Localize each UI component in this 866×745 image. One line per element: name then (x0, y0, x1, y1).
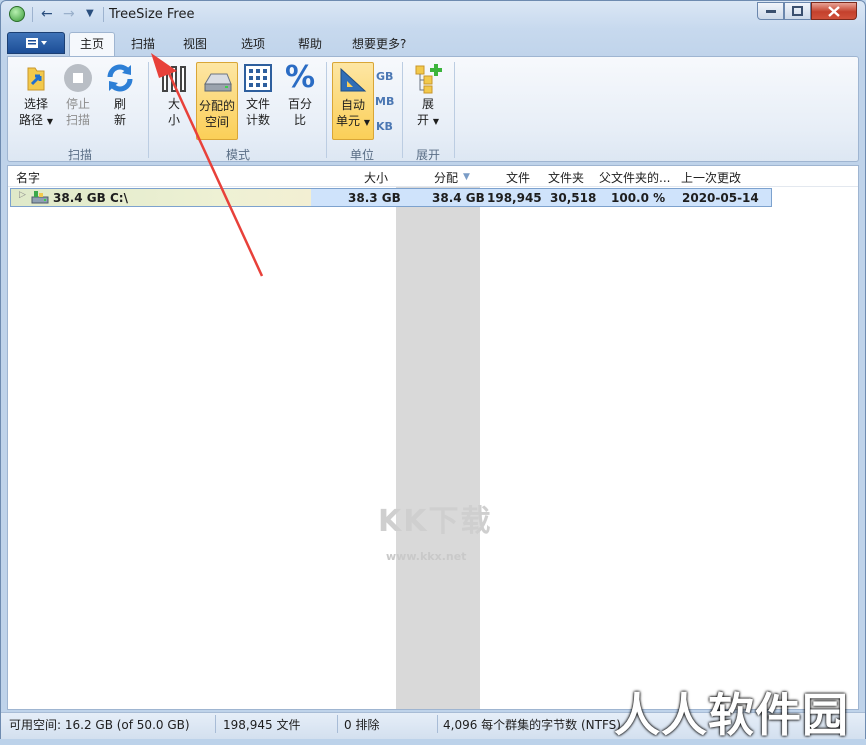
corner-watermark: 人人软件园 (614, 688, 849, 742)
status-separator (337, 715, 338, 733)
annotation-arrow-icon (151, 53, 264, 277)
app-window: ← → ▼ TreeSize Free 主页 扫描 视图 选项 帮助 想要更多?… (0, 0, 866, 742)
kk-watermark-logo: KK下载 (378, 504, 493, 539)
status-separator (215, 715, 216, 733)
status-cluster-size: 4,096 每个群集的字节数 (NTFS) (443, 718, 621, 732)
status-file-count: 198,945 文件 (223, 718, 301, 732)
status-free-space: 可用空间: 16.2 GB (of 50.0 GB) (9, 718, 190, 732)
kk-watermark-url: www.kkx.net (386, 550, 467, 563)
status-excluded: 0 排除 (344, 718, 380, 732)
status-separator (437, 715, 438, 733)
